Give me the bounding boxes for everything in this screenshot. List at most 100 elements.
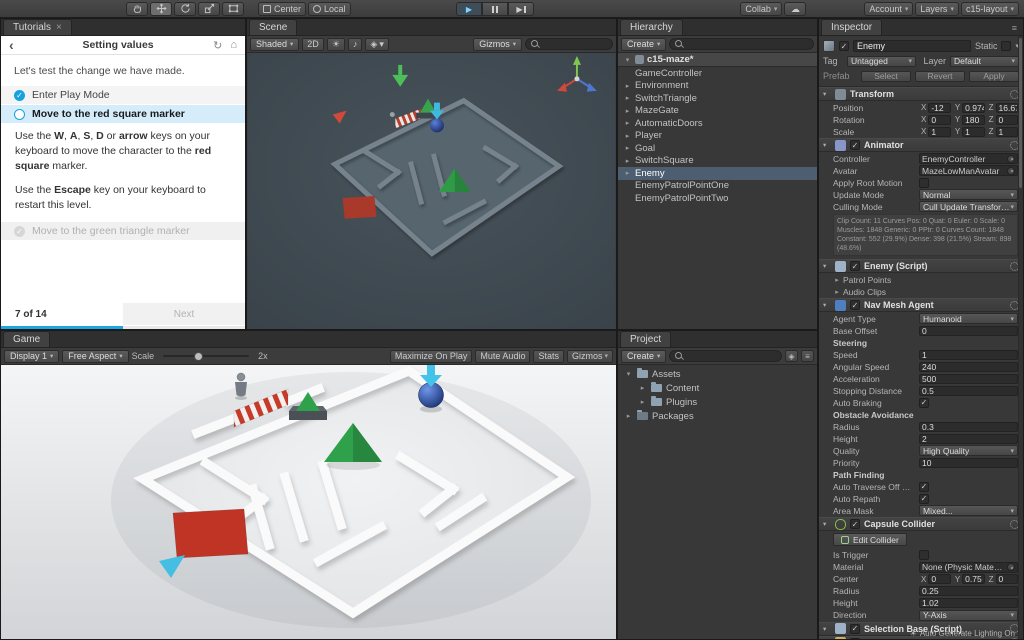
material-object-field[interactable]: None (Physic Material) (919, 561, 1018, 573)
auto-repath-checkbox[interactable]: ✓ (919, 493, 929, 504)
move-tool-button[interactable] (150, 1, 172, 16)
foldout-icon[interactable]: ▾ (823, 90, 831, 98)
speed-field[interactable]: 1 (919, 349, 1018, 360)
scale-y-field[interactable]: 1 (962, 126, 985, 137)
hierarchy-item[interactable]: ▸ SwitchSquare (618, 155, 817, 168)
foldout-icon[interactable]: ▸ (623, 169, 632, 177)
nav-radius-field[interactable]: 0.3 (919, 421, 1018, 432)
audio-enabled-checkbox[interactable]: ✓ (850, 637, 860, 639)
aspect-dropdown[interactable]: Free Aspect ▾ (62, 349, 129, 363)
update-mode-dropdown[interactable]: Normal ▾ (919, 189, 1018, 200)
next-button[interactable]: Next (123, 303, 245, 325)
project-row-plugins[interactable]: ▸ Plugins (618, 395, 817, 409)
refresh-icon[interactable]: ↻ (213, 39, 222, 52)
foldout-icon[interactable]: ▸ (623, 157, 632, 165)
hierarchy-item[interactable]: ▸ Environment (618, 80, 817, 93)
scale-tool-button[interactable] (198, 1, 220, 16)
hierarchy-item[interactable]: ▸ AutomaticDoors (618, 117, 817, 130)
area-mask-dropdown[interactable]: Mixed... ▾ (919, 505, 1018, 517)
step-button[interactable]: ▶ (508, 2, 534, 16)
maximize-on-play-button[interactable]: Maximize On Play (389, 349, 473, 363)
hierarchy-item[interactable]: ▸ MazeGate (618, 105, 817, 118)
stopping-distance-field[interactable]: 0.5 (919, 385, 1018, 396)
scale-slider[interactable] (163, 351, 250, 361)
foldout-icon[interactable]: ▸ (623, 132, 632, 140)
position-x-field[interactable]: -12 (928, 102, 951, 113)
scale-z-field[interactable]: 1 (995, 126, 1018, 137)
prefab-revert-button[interactable]: Revert (915, 70, 965, 82)
pane-menu-icon[interactable]: ≡ (1012, 23, 1023, 35)
avatar-object-field[interactable]: MazeLowManAvatar (919, 165, 1018, 176)
enemy-script-enabled-checkbox[interactable]: ✓ (850, 261, 860, 272)
position-y-field[interactable]: 0.9747 (962, 102, 985, 113)
handle-local-button[interactable]: Local (308, 1, 351, 16)
lighting-status[interactable]: ☀ Auto Generate Lighting On (910, 629, 1015, 638)
back-button[interactable]: ‹ (9, 37, 23, 53)
capsule-enabled-checkbox[interactable]: ✓ (850, 519, 860, 530)
tab-project[interactable]: Project (620, 331, 672, 347)
capsule-height-field[interactable]: 1.02 (919, 598, 1018, 609)
foldout-icon[interactable]: ▾ (823, 301, 831, 309)
transform-header[interactable]: ▾ Transform (819, 87, 1023, 101)
foldout-icon[interactable]: ▸ (623, 119, 632, 127)
foldout-icon[interactable]: ▸ (638, 398, 647, 406)
foldout-icon[interactable]: ▸ (623, 82, 632, 90)
hierarchy-item[interactable]: EnemyPatrolPointOne (618, 180, 817, 193)
auto-braking-checkbox[interactable]: ✓ (919, 397, 929, 408)
project-menu-button[interactable]: ≡ (801, 350, 814, 362)
inspector-scrollbar[interactable] (1018, 36, 1023, 639)
object-picker-icon[interactable] (1007, 563, 1015, 572)
project-row-content[interactable]: ▸ Content (618, 381, 817, 395)
static-checkbox[interactable] (1001, 41, 1012, 51)
pivot-center-button[interactable]: Center (258, 1, 307, 16)
position-z-field[interactable]: 16.67 (995, 102, 1018, 113)
foldout-icon[interactable]: ▸ (623, 107, 632, 115)
foldout-icon[interactable]: ▾ (823, 625, 831, 633)
cloud-button[interactable]: ☁ (784, 2, 807, 16)
culling-mode-dropdown[interactable]: Cull Update Transforms ▾ (919, 201, 1018, 212)
foldout-icon[interactable]: ▸ (833, 288, 841, 296)
rotation-x-field[interactable]: 0 (928, 114, 951, 125)
hierarchy-item[interactable]: EnemyPatrolPointTwo (618, 192, 817, 205)
pause-button[interactable] (482, 2, 508, 16)
tab-tutorials[interactable]: Tutorials × (3, 19, 72, 35)
foldout-icon[interactable]: ▸ (623, 144, 632, 152)
layout-dropdown[interactable]: c15-layout ▾ (960, 2, 1019, 16)
account-dropdown[interactable]: Account ▾ (864, 2, 914, 16)
play-button[interactable]: ▶ (456, 2, 482, 16)
animator-enabled-checkbox[interactable]: ✓ (850, 140, 860, 150)
selection-base-enabled-checkbox[interactable]: ✓ (850, 623, 860, 634)
tutorial-step-pending[interactable]: ✓ Move to the green triangle marker (1, 222, 245, 241)
object-picker-icon[interactable] (1007, 154, 1015, 163)
foldout-icon[interactable]: ▸ (638, 384, 647, 392)
home-icon[interactable]: ⌂ (230, 39, 237, 52)
nav-height-field[interactable]: 2 (919, 433, 1018, 444)
stats-button[interactable]: Stats (533, 349, 564, 363)
mute-audio-button[interactable]: Mute Audio (475, 349, 531, 363)
active-checkbox[interactable]: ✓ (839, 41, 849, 51)
project-search-input[interactable] (669, 350, 782, 362)
foldout-icon[interactable]: ▾ (823, 141, 831, 149)
center-y-field[interactable]: 0.75 (962, 574, 985, 585)
inspector-scrollbar-thumb[interactable] (1019, 38, 1022, 188)
scene-audio-button[interactable]: ♪ (347, 37, 363, 51)
hierarchy-item[interactable]: GameController (618, 67, 817, 80)
hierarchy-create-dropdown[interactable]: Create ▾ (621, 37, 667, 51)
rect-tool-button[interactable] (222, 1, 244, 16)
prefab-apply-button[interactable]: Apply (969, 70, 1019, 82)
2d-toggle-button[interactable]: 2D (302, 37, 324, 51)
object-picker-icon[interactable] (1007, 166, 1015, 175)
foldout-icon[interactable]: ▸ (833, 276, 841, 284)
agent-type-dropdown[interactable]: Humanoid ▾ (919, 313, 1018, 325)
project-hidden-packages-button[interactable]: ◈ (785, 350, 798, 362)
scene-search-input[interactable] (525, 38, 613, 50)
hand-tool-button[interactable] (126, 1, 148, 16)
collab-dropdown[interactable]: Collab ▾ (740, 2, 783, 16)
capsule-collider-header[interactable]: ▾ ✓ Capsule Collider (819, 517, 1023, 532)
base-offset-field[interactable]: 0 (919, 325, 1018, 336)
tag-dropdown[interactable]: Untagged ▾ (847, 55, 916, 67)
scale-x-field[interactable]: 1 (928, 126, 951, 137)
project-row-packages[interactable]: ▸ Packages (618, 409, 817, 423)
foldout-icon[interactable]: ▾ (624, 370, 633, 378)
project-row-assets[interactable]: ▾ Assets (618, 367, 817, 381)
